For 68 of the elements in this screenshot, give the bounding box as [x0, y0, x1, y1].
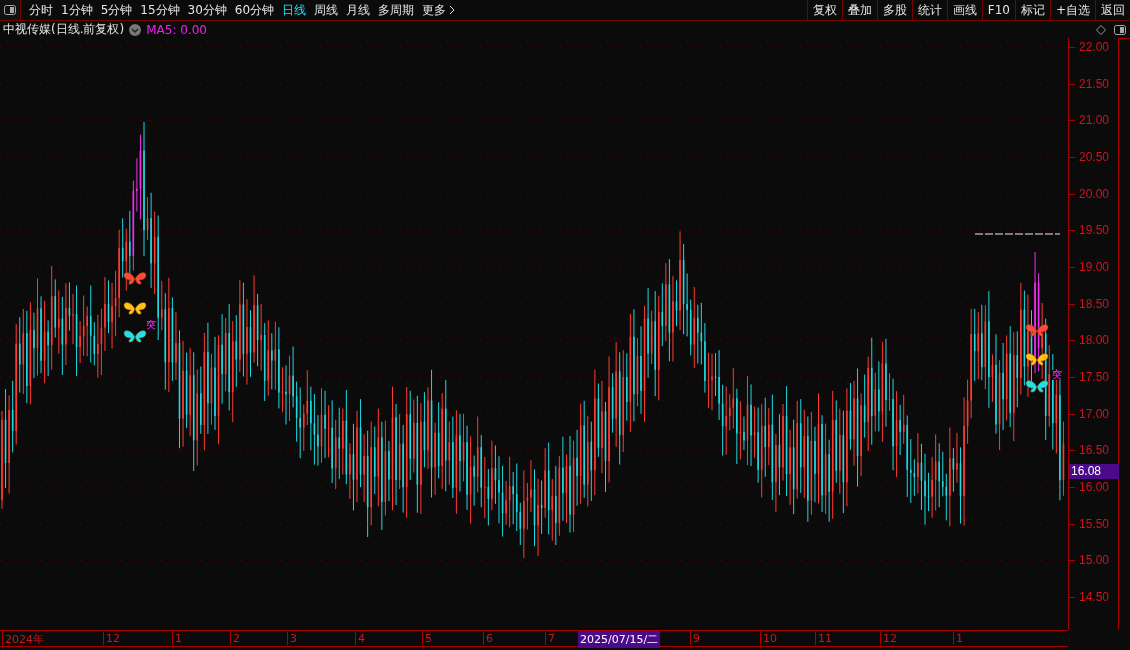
- date-label: 6: [483, 632, 493, 645]
- toolbar-button[interactable]: 画线: [946, 0, 982, 20]
- diamond-icon[interactable]: [1096, 24, 1106, 35]
- date-label: 7: [545, 632, 555, 645]
- period-tab[interactable]: 30分钟: [183, 1, 231, 19]
- price-label: 15.50: [1079, 516, 1110, 531]
- period-tab[interactable]: 分时: [25, 1, 57, 19]
- butterfly-icon: [1025, 353, 1049, 366]
- signal-mark: 突: [146, 320, 156, 330]
- toolbar-button[interactable]: 标记: [1014, 0, 1050, 20]
- date-label: 1: [953, 632, 963, 645]
- date-label: 5: [422, 632, 432, 645]
- date-label: 3: [287, 632, 297, 645]
- period-tab[interactable]: 日线: [278, 1, 311, 19]
- period-tab[interactable]: 60分钟: [230, 1, 279, 19]
- date-label: 11: [815, 632, 832, 645]
- toolbar-button[interactable]: 多股: [876, 0, 912, 20]
- butterfly-icon: [123, 272, 147, 285]
- price-label: 21.00: [1079, 113, 1110, 128]
- toolbar-button[interactable]: 返回: [1095, 0, 1130, 20]
- toolbar-button[interactable]: 统计: [911, 0, 947, 20]
- butterfly-icon: [123, 302, 147, 315]
- price-label: 20.50: [1079, 150, 1110, 164]
- price-label: 18.00: [1079, 333, 1110, 348]
- panel-toggle-button[interactable]: [0, 0, 21, 20]
- date-label: 2: [230, 632, 240, 645]
- period-tab[interactable]: 月线: [342, 1, 375, 19]
- ma5-indicator: MA5: 0.00: [146, 22, 207, 37]
- price-label: 14.50: [1079, 590, 1110, 605]
- period-tab[interactable]: 多周期: [374, 1, 419, 19]
- price-label: 18.50: [1079, 296, 1110, 311]
- date-label: 4: [355, 632, 365, 645]
- butterfly-icon: [1025, 324, 1049, 337]
- period-tab[interactable]: 15分钟: [136, 1, 184, 19]
- toolbar-button[interactable]: 复权: [806, 0, 842, 20]
- toolbar-button[interactable]: 叠加: [841, 0, 877, 20]
- price-label: 22.00: [1079, 40, 1110, 54]
- current-price-badge: 16.08: [1069, 464, 1119, 480]
- price-label: 15.00: [1079, 553, 1110, 568]
- butterfly-icon: [123, 330, 147, 343]
- price-label: 16.00: [1079, 480, 1110, 495]
- price-label: 19.00: [1079, 260, 1110, 274]
- period-tab[interactable]: 5分钟: [96, 1, 137, 19]
- date-label: 12: [880, 632, 897, 645]
- price-label: 17.00: [1079, 406, 1110, 421]
- more-button[interactable]: 更多: [418, 1, 460, 19]
- butterfly-icon: [1025, 380, 1049, 393]
- price-label: 19.50: [1079, 223, 1110, 238]
- period-tab[interactable]: 1分钟: [57, 1, 97, 19]
- chevron-icon: [449, 5, 456, 15]
- date-label: 10: [760, 632, 777, 645]
- price-label: 20.00: [1079, 186, 1110, 201]
- date-label: 12: [103, 632, 120, 645]
- panel-icon: [4, 5, 16, 15]
- stock-title: 中视传媒(日线.前复权): [3, 21, 125, 38]
- price-label: 17.50: [1079, 370, 1110, 384]
- cursor-date-badge: 2025/07/15/二: [578, 631, 661, 648]
- date-label: 1: [172, 632, 182, 645]
- toolbar-button[interactable]: F10: [981, 0, 1015, 20]
- dropdown-icon[interactable]: [129, 23, 142, 36]
- price-label: 16.50: [1079, 443, 1110, 458]
- toolbar-button[interactable]: +自选: [1049, 0, 1095, 20]
- date-label: 2024年: [2, 632, 44, 647]
- panel-toggle-icon[interactable]: [1114, 24, 1126, 35]
- period-tab[interactable]: 周线: [310, 1, 343, 19]
- date-label: 9: [690, 632, 700, 645]
- signal-mark: 突: [1052, 370, 1062, 380]
- price-label: 21.50: [1079, 76, 1110, 91]
